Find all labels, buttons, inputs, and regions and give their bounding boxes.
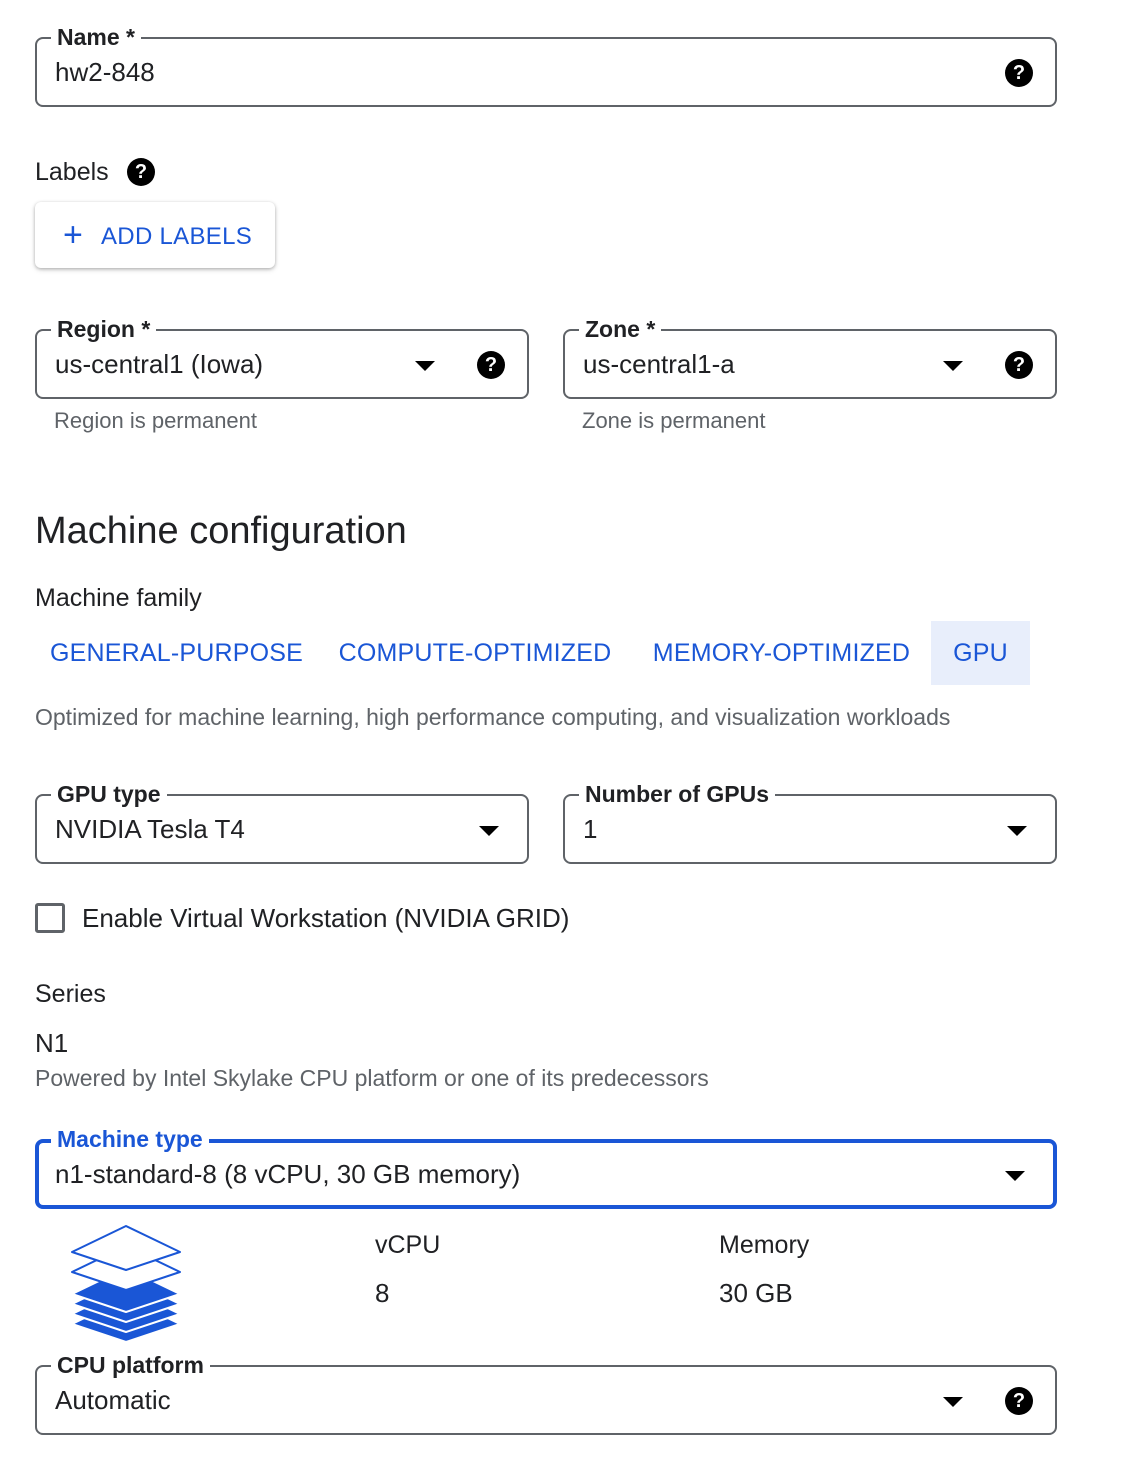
machine-config-heading: Machine configuration bbox=[35, 510, 407, 552]
machine-type-select[interactable]: Machine type n1-standard-8 (8 vCPU, 30 G… bbox=[35, 1126, 1057, 1209]
cpu-platform-label: CPU platform bbox=[51, 1352, 210, 1378]
help-icon[interactable]: ? bbox=[1005, 59, 1033, 87]
gpu-type-label: GPU type bbox=[51, 781, 167, 807]
name-input[interactable]: hw2-848 bbox=[55, 56, 155, 88]
chevron-down-icon bbox=[415, 361, 435, 371]
gpu-type-value: NVIDIA Tesla T4 bbox=[55, 814, 245, 844]
region-hint: Region is permanent bbox=[54, 408, 258, 433]
layers-icon bbox=[71, 1225, 181, 1343]
gpu-count-value: 1 bbox=[583, 814, 598, 844]
machine-type-value: n1-standard-8 (8 vCPU, 30 GB memory) bbox=[55, 1159, 521, 1189]
tab-memory-optimized[interactable]: MEMORY-OPTIMIZED bbox=[640, 621, 923, 685]
chevron-down-icon bbox=[1007, 826, 1027, 836]
zone-value: us-central1-a bbox=[583, 349, 735, 379]
cpu-platform-select[interactable]: CPU platform Automatic ? bbox=[35, 1352, 1057, 1435]
virtual-workstation-checkbox[interactable] bbox=[35, 903, 65, 933]
memory-label: Memory bbox=[719, 1231, 810, 1259]
help-icon[interactable]: ? bbox=[127, 158, 155, 186]
gpu-count-select[interactable]: Number of GPUs 1 bbox=[563, 781, 1057, 864]
plus-icon: + bbox=[63, 216, 83, 254]
virtual-workstation-label[interactable]: Enable Virtual Workstation (NVIDIA GRID) bbox=[82, 903, 569, 934]
series-value: N1 bbox=[35, 1028, 69, 1058]
add-labels-button[interactable]: + ADD LABELS bbox=[35, 202, 275, 268]
name-field[interactable]: Name * hw2-848 ? bbox=[35, 24, 1057, 107]
machine-type-label: Machine type bbox=[51, 1126, 209, 1152]
zone-label: Zone * bbox=[579, 316, 662, 342]
chevron-down-icon bbox=[943, 361, 963, 371]
tab-general-purpose[interactable]: GENERAL-PURPOSE bbox=[35, 621, 318, 685]
chevron-down-icon bbox=[1005, 1171, 1025, 1181]
memory-value: 30 GB bbox=[719, 1278, 793, 1308]
cpu-platform-value: Automatic bbox=[55, 1385, 171, 1415]
tab-compute-optimized[interactable]: COMPUTE-OPTIMIZED bbox=[325, 621, 625, 685]
machine-family-label: Machine family bbox=[35, 584, 202, 612]
help-icon[interactable]: ? bbox=[1005, 1387, 1033, 1415]
gpu-type-select[interactable]: GPU type NVIDIA Tesla T4 bbox=[35, 781, 529, 864]
chevron-down-icon bbox=[943, 1397, 963, 1407]
zone-hint: Zone is permanent bbox=[582, 408, 766, 433]
add-labels-label: ADD LABELS bbox=[101, 223, 253, 250]
region-select[interactable]: Region * us-central1 (Iowa) ? bbox=[35, 316, 529, 399]
labels-title: Labels bbox=[35, 158, 109, 186]
vcpu-value: 8 bbox=[375, 1278, 390, 1308]
machine-family-description: Optimized for machine learning, high per… bbox=[35, 704, 951, 730]
help-icon[interactable]: ? bbox=[477, 351, 505, 379]
gpu-count-label: Number of GPUs bbox=[579, 781, 776, 807]
vcpu-label: vCPU bbox=[375, 1231, 441, 1259]
region-label: Region * bbox=[51, 316, 157, 342]
name-field-label: Name * bbox=[51, 24, 141, 50]
series-label: Series bbox=[35, 980, 106, 1008]
region-value: us-central1 (Iowa) bbox=[55, 349, 264, 379]
series-description: Powered by Intel Skylake CPU platform or… bbox=[35, 1065, 709, 1091]
help-icon[interactable]: ? bbox=[1005, 351, 1033, 379]
chevron-down-icon bbox=[479, 826, 499, 836]
tab-gpu[interactable]: GPU bbox=[931, 621, 1030, 685]
zone-select[interactable]: Zone * us-central1-a ? bbox=[563, 316, 1057, 399]
